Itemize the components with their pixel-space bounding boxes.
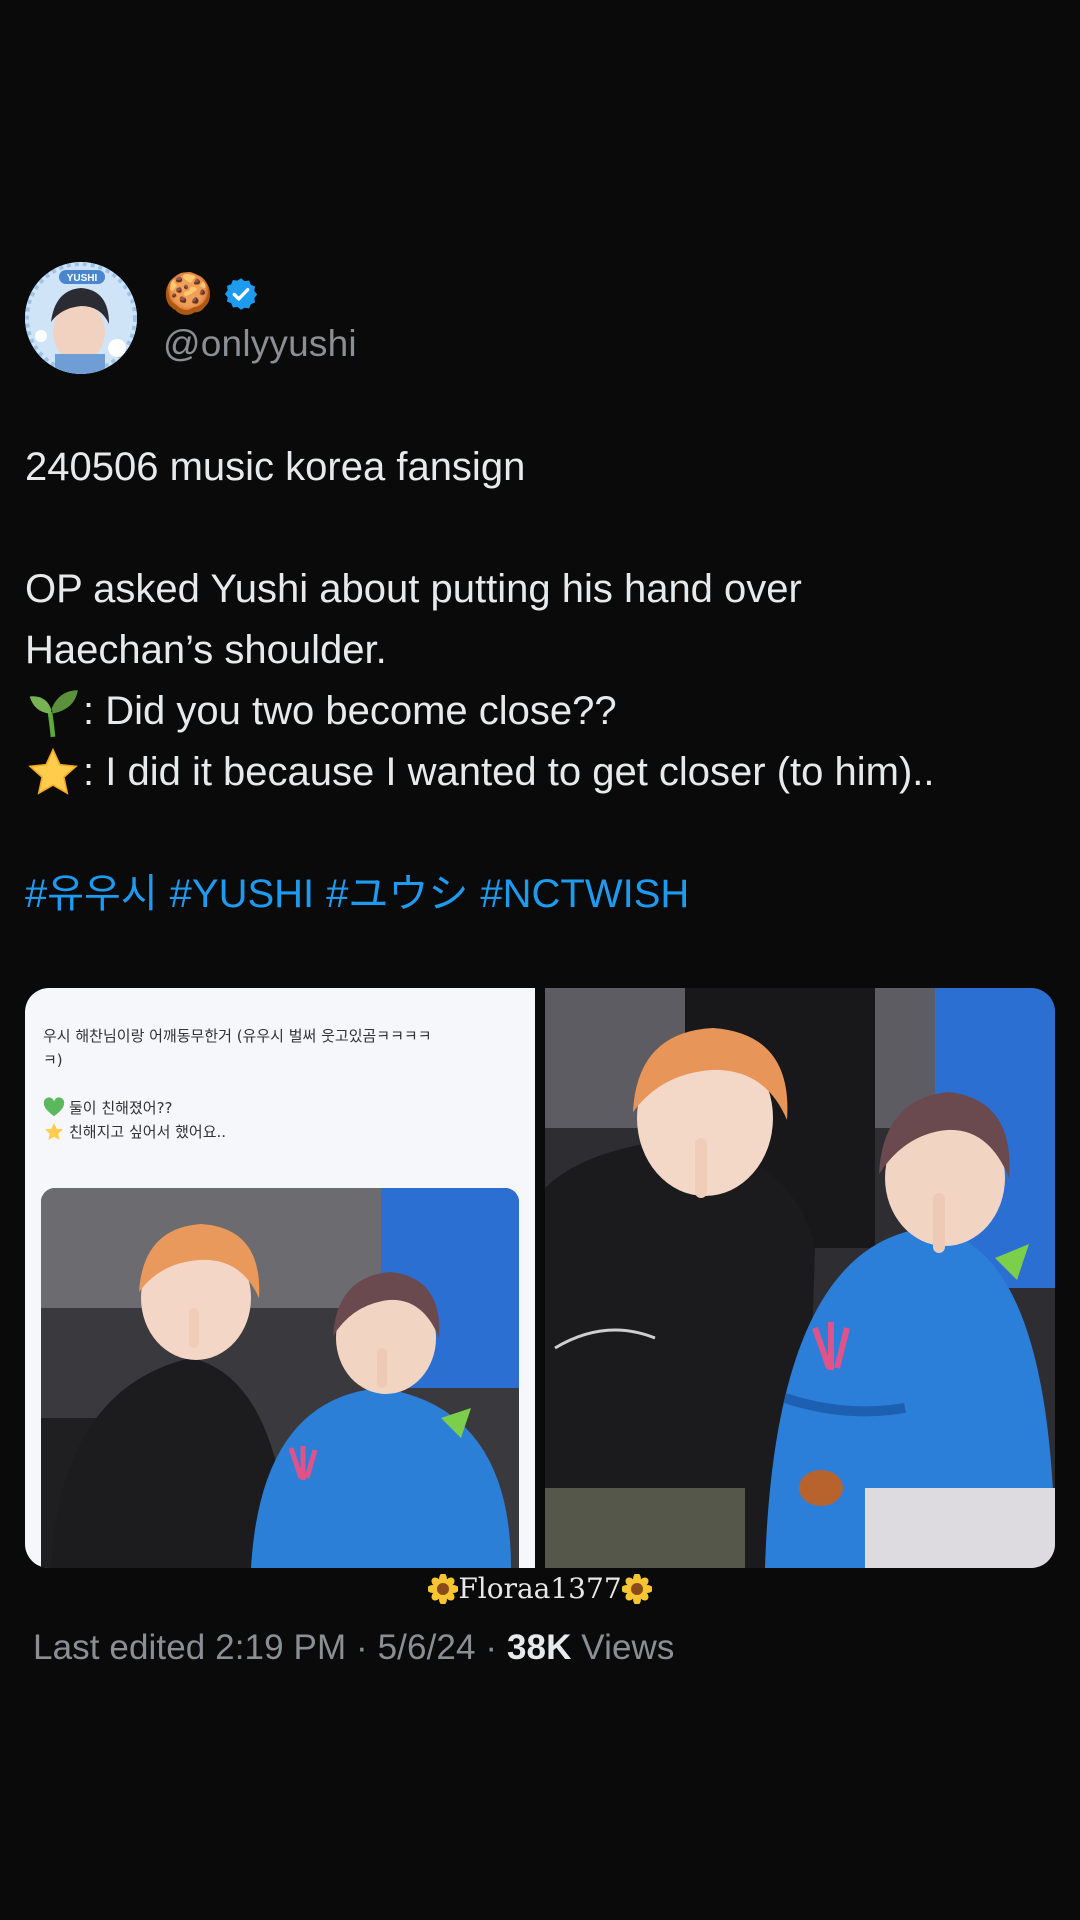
hashtags: #유우시 #YUSHI #ユウシ #NCTWISH xyxy=(25,864,1055,925)
tweet-text: 240506 music korea fansign OP asked Yush… xyxy=(25,437,1055,925)
question-text: : Did you two become close?? xyxy=(83,689,617,733)
seedling-icon xyxy=(29,689,78,737)
star-icon xyxy=(44,1122,64,1140)
embedded-answer: 친해지고 싶어서 했어요.. xyxy=(43,1120,523,1144)
hashtag-yushi[interactable]: #YUSHI xyxy=(170,872,315,916)
display-name-row[interactable]: 🍪 xyxy=(163,271,357,317)
author-handle[interactable]: @onlyyushi xyxy=(163,323,357,365)
views-count: 38K xyxy=(506,1628,572,1667)
embedded-question: 둘이 친해졌어?? xyxy=(43,1096,523,1120)
tweet-media[interactable]: 우시 해찬님이랑 어깨동무한거 (유우시 벌써 웃고있곰ㅋㅋㅋㅋ ㅋ) 둘이 친… xyxy=(25,988,1055,1568)
embedded-photo xyxy=(41,1188,519,1568)
verified-badge-icon xyxy=(224,277,258,310)
tweet-line-question: : Did you two become close?? xyxy=(25,681,1055,742)
embedded-caption-1: 우시 해찬님이랑 어깨동무한거 (유우시 벌써 웃고있곰ㅋㅋㅋㅋ xyxy=(43,1027,432,1045)
tweet-line-title: 240506 music korea fansign xyxy=(25,445,526,489)
tweet-header: YUSHI 🍪 @onlyyushi xyxy=(25,260,1055,375)
sunflower-icon xyxy=(621,1574,652,1604)
hashtag-nctwish[interactable]: #NCTWISH xyxy=(480,872,689,916)
media-image-photo[interactable] xyxy=(545,988,1055,1568)
embedded-caption-2: ㅋ) xyxy=(43,1051,63,1069)
watermark-text: Floraa1377 xyxy=(458,1572,622,1605)
hashtag-yushi-korean[interactable]: #유우시 xyxy=(25,872,158,916)
meta-separator: · xyxy=(475,1628,507,1667)
tweet-line-context-1: OP asked Yushi about putting his hand ov… xyxy=(25,567,802,611)
views-label: Views xyxy=(571,1628,675,1667)
tweet-meta: Last edited 2:19 PM · 5/6/24 · 38K Views xyxy=(33,1628,675,1668)
green-heart-icon xyxy=(43,1097,65,1117)
embedded-post-text: 우시 해찬님이랑 어깨동무한거 (유우시 벌써 웃고있곰ㅋㅋㅋㅋ ㅋ) 둘이 친… xyxy=(43,1024,523,1144)
embedded-answer-text: 친해지고 싶어서 했어요.. xyxy=(69,1123,227,1141)
sunflower-icon xyxy=(428,1574,459,1604)
watermark: Floraa1377 xyxy=(0,1572,1080,1605)
media-image-screenshot[interactable]: 우시 해찬님이랑 어깨동무한거 (유우시 벌써 웃고있곰ㅋㅋㅋㅋ ㅋ) 둘이 친… xyxy=(25,988,535,1568)
answer-text: : I did it because I wanted to get close… xyxy=(83,750,935,794)
tweet-line-context-2: Haechan’s shoulder. xyxy=(25,628,387,672)
avatar[interactable]: YUSHI xyxy=(25,261,137,374)
tweet: YUSHI 🍪 @onlyyushi 240506 music korea fa… xyxy=(25,260,1055,925)
cookie-icon: 🍪 xyxy=(163,271,213,316)
tweet-line-answer: : I did it because I wanted to get close… xyxy=(25,742,1055,803)
avatar-badge-text: YUSHI xyxy=(67,273,98,284)
hashtag-yushi-japanese[interactable]: #ユウシ xyxy=(326,872,468,916)
edited-timestamp[interactable]: Last edited 2:19 PM · 5/6/24 xyxy=(33,1628,476,1667)
embedded-question-text: 둘이 친해졌어?? xyxy=(69,1099,173,1117)
author-names: 🍪 @onlyyushi xyxy=(163,271,357,365)
star-icon xyxy=(28,747,78,795)
